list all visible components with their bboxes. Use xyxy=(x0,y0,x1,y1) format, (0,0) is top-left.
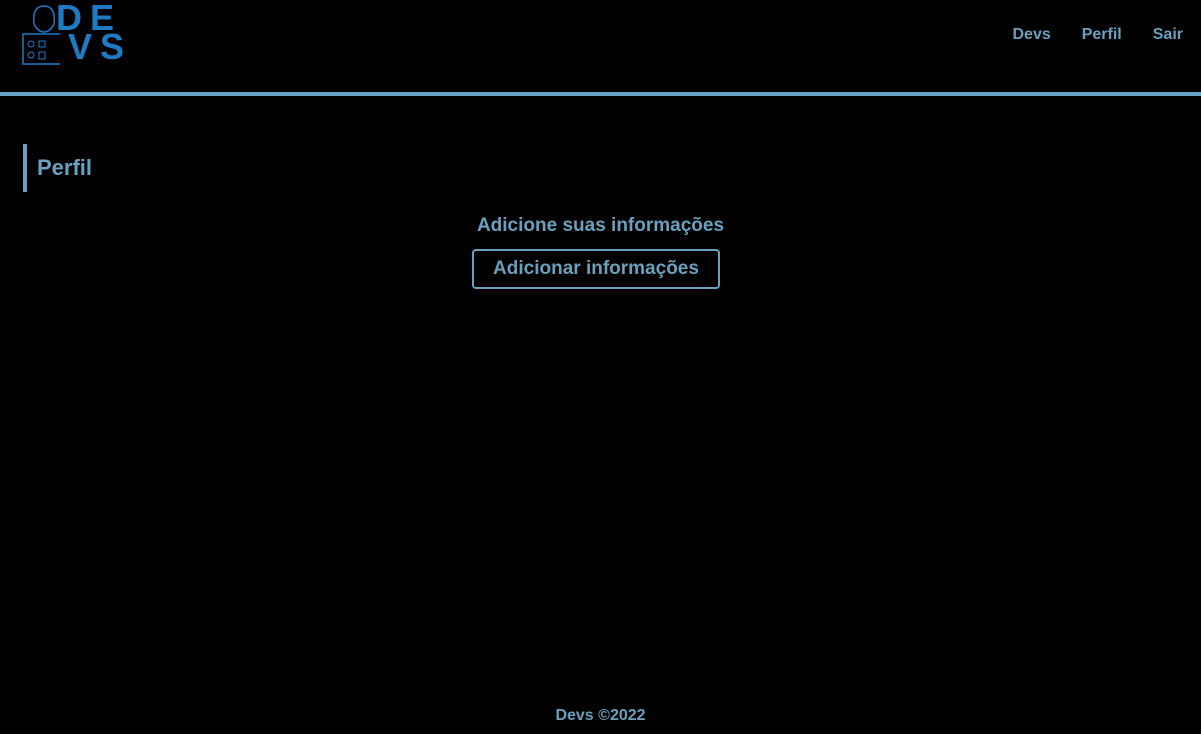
logo[interactable]: DE VS xyxy=(20,0,125,66)
page-title: Perfil xyxy=(23,144,92,192)
logo-text-bottom: VS xyxy=(68,26,133,67)
nav-devs[interactable]: Devs xyxy=(1012,26,1050,44)
footer-text: Devs ©2022 xyxy=(555,707,646,724)
add-info-button[interactable]: Adicionar informações xyxy=(472,249,720,289)
nav-perfil[interactable]: Perfil xyxy=(1082,26,1122,44)
main-nav: Devs Perfil Sair xyxy=(1012,26,1183,44)
subtitle: Adicione suas informações xyxy=(476,215,725,236)
nav-sair[interactable]: Sair xyxy=(1153,26,1183,44)
developer-avatar-icon xyxy=(22,5,60,65)
header: DE VS Devs Perfil Sair xyxy=(0,0,1201,96)
